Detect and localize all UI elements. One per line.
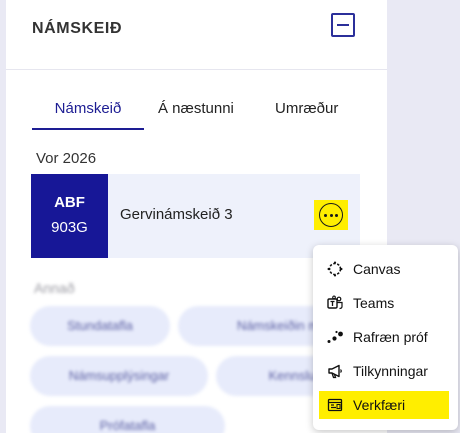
collapse-button[interactable]	[331, 13, 355, 37]
menu-item-electronic-exams[interactable]: Rafræn próf	[319, 323, 449, 351]
course-tile[interactable]: ABF 903G	[31, 174, 108, 258]
tab-discussions[interactable]: Umræður	[275, 96, 338, 132]
menu-item-tools[interactable]: Verkfæri	[319, 391, 449, 419]
menu-item-announcements[interactable]: Tilkynningar	[319, 357, 449, 385]
menu-label: Rafræn próf	[353, 329, 428, 345]
link-pill-course-info[interactable]: Námsupplýsingar	[30, 356, 208, 396]
menu-label: Verkfæri	[353, 397, 406, 413]
menu-label: Teams	[353, 295, 395, 311]
link-pill-exam-schedule[interactable]: Prófatafla	[30, 406, 225, 433]
megaphone-icon	[328, 364, 342, 379]
other-heading: Annað	[34, 280, 75, 296]
menu-label: Tilkynningar	[353, 363, 428, 379]
tab-bar: Námskeið Á næstunni Umræður	[32, 96, 372, 132]
more-icon	[319, 203, 343, 227]
menu-item-teams[interactable]: Teams	[319, 289, 449, 317]
term-heading: Vor 2026	[36, 150, 97, 167]
link-pill-timetable[interactable]: Stundatafla	[30, 306, 170, 346]
tools-icon	[327, 398, 343, 412]
course-code: ABF	[54, 194, 85, 211]
panel-header: NÁMSKEIÐ	[6, 0, 387, 70]
course-actions-menu: Canvas Teams Rafræn próf Tilkynningar Ve…	[313, 245, 458, 430]
tab-courses[interactable]: Námskeið	[32, 96, 144, 132]
course-number: 903G	[51, 219, 88, 236]
active-tab-indicator	[32, 128, 144, 130]
more-options-button[interactable]	[314, 200, 348, 230]
teams-icon	[327, 295, 343, 310]
exam-icon	[327, 330, 343, 343]
course-name[interactable]: Gervinámskeið 3	[120, 206, 233, 223]
menu-label: Canvas	[353, 261, 401, 277]
menu-item-canvas[interactable]: Canvas	[319, 255, 449, 283]
tab-upcoming[interactable]: Á næstunni	[158, 96, 234, 132]
panel-title: NÁMSKEIÐ	[32, 20, 123, 37]
course-card[interactable]: ABF 903G Gervinámskeið 3	[31, 174, 360, 258]
canvas-icon	[327, 261, 343, 277]
